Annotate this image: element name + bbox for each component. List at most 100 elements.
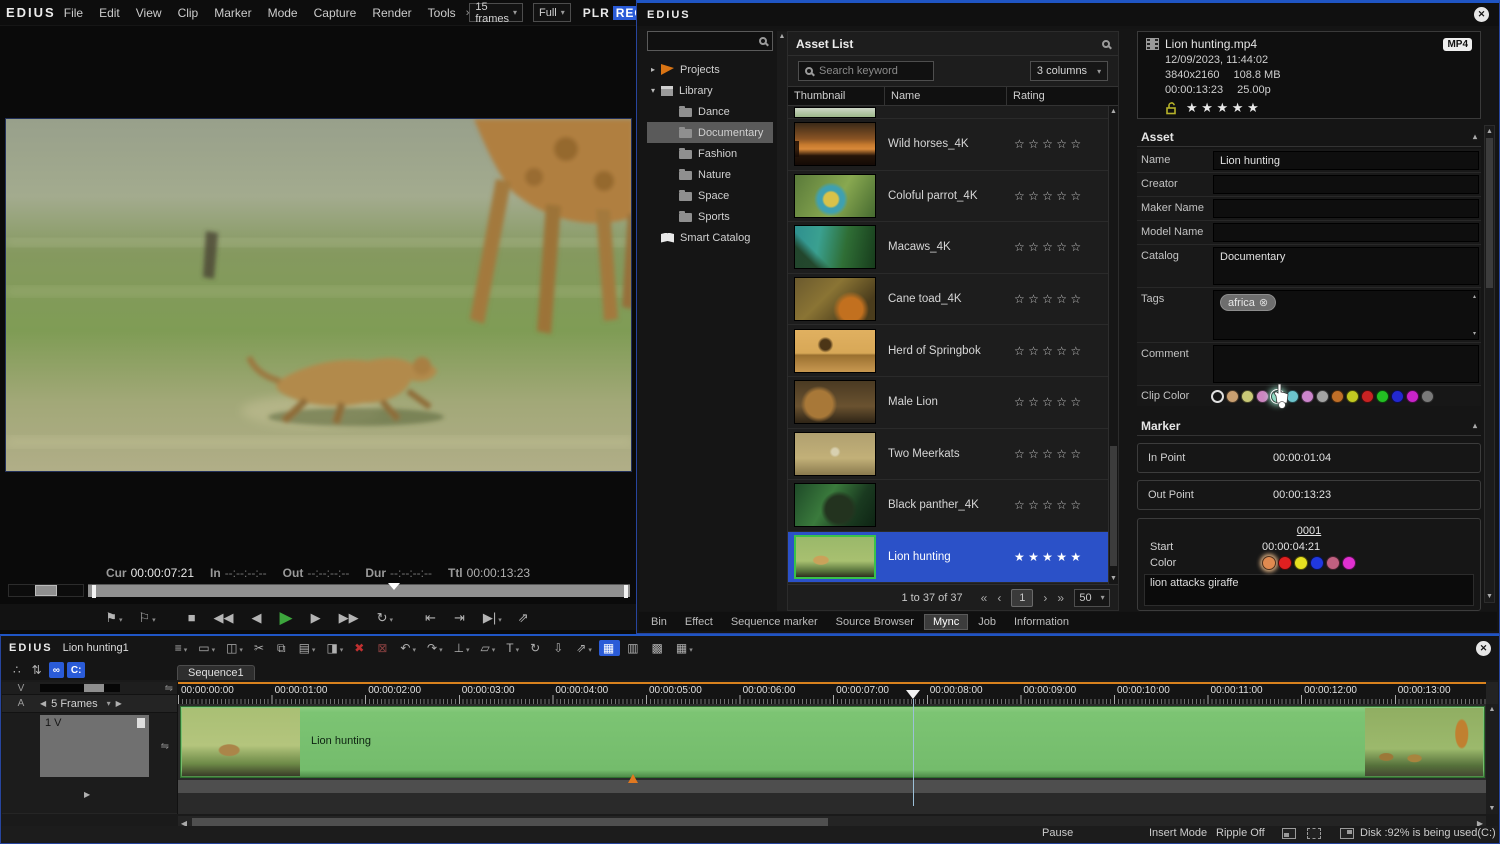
menu-item[interactable]: Clip [170,6,207,20]
clip-color-swatch[interactable] [1241,390,1254,403]
preroll-frames-select[interactable]: 15 frames ▾ [469,3,523,22]
seek-bar[interactable] [88,584,630,597]
scroll-up-icon[interactable]: ▲ [777,31,787,40]
toolbar-button[interactable]: ▱ ▾ [477,640,500,656]
transport-button[interactable]: ▶ [275,607,300,628]
arrow-left-icon[interactable]: ◀ [40,699,46,708]
timeline-ruler[interactable]: 00:00:00:0000:00:01:0000:00:02:0000:00:0… [178,682,1486,704]
marker-color-swatch[interactable] [1326,556,1340,570]
clip-color-swatch[interactable] [1346,390,1359,403]
asset-row[interactable]: Two Meerkats ☆ ☆ ☆ ☆ ☆ [788,429,1118,481]
transport-button[interactable]: ⇤ [420,609,443,626]
menu-item[interactable]: Render [364,6,419,20]
window-layout-icon[interactable] [1340,828,1354,839]
clip-color-swatch[interactable] [1406,390,1419,403]
remove-tag-icon[interactable]: ⊗ [1259,296,1268,309]
asset-row[interactable]: Cane toad_4K ☆ ☆ ☆ ☆ ☆ [788,274,1118,326]
rating-stars[interactable]: ★ ★ ★ ★ ★ [1186,100,1259,116]
toolbar-button[interactable]: ∴ [9,662,25,678]
field-input[interactable] [1213,223,1479,242]
expand-tracks-icon[interactable]: ▶ [84,790,90,799]
player-mode-button[interactable]: PLR [583,6,610,20]
clip-color-swatch[interactable] [1226,390,1239,403]
fullscreen-icon[interactable] [1307,828,1321,839]
rating-stars[interactable]: ☆ ☆ ☆ ☆ ☆ [1014,240,1106,254]
transport-button[interactable]: ⚑ ▾ [100,609,127,626]
clip-marker-icon[interactable] [628,769,638,783]
scroll-down-icon[interactable]: ▼ [1485,593,1494,600]
track-panel-icon[interactable] [137,718,145,728]
menu-item[interactable]: View [128,6,170,20]
scrollbar-thumb[interactable] [1110,446,1117,566]
asset-list-scrollbar[interactable]: ▲ ▼ [1108,106,1118,584]
menu-item[interactable]: Marker [206,6,259,20]
toolbar-button[interactable]: T ▾ [502,640,523,656]
menu-item[interactable]: Edit [91,6,128,20]
asset-row[interactable]: Macaws_4K ☆ ☆ ☆ ☆ ☆ [788,222,1118,274]
toolbar-button[interactable]: ▦ [599,640,620,656]
clip-color-swatch[interactable] [1421,390,1434,403]
asset-row[interactable]: Herd of Springbok ☆ ☆ ☆ ☆ ☆ [788,325,1118,377]
toolbar-button[interactable]: ↻ [526,640,546,656]
tree-item[interactable]: ▾ Library [647,80,773,101]
toolbar-button[interactable]: ✂ [250,640,270,656]
comment-field[interactable] [1213,345,1479,383]
transport-button[interactable]: ▶▶ [334,609,366,626]
asset-row[interactable]: Wild horses_4K ☆ ☆ ☆ ☆ ☆ [788,119,1118,171]
tags-field[interactable]: africa ⊗ ▴▾ [1213,290,1479,340]
column-header[interactable]: Thumbnail [788,87,884,105]
shuttle-handle[interactable] [35,585,57,596]
seek-out-handle[interactable] [624,585,628,598]
clip-color-swatch[interactable] [1301,390,1314,403]
rating-stars[interactable]: ☆ ☆ ☆ ☆ ☆ [1014,292,1106,306]
timeline-clip[interactable]: Lion hunting [180,706,1485,778]
asset-search-input[interactable] [819,65,927,77]
toolbar-button[interactable]: ∞ [49,662,64,678]
clip-color-swatch[interactable] [1316,390,1329,403]
scroll-down-icon[interactable]: ▾ [1473,330,1476,337]
clip-color-swatch[interactable] [1361,390,1374,403]
toolbar-button[interactable]: ⧉ [273,640,292,656]
marker-color-swatch[interactable] [1294,556,1308,570]
toolbar-button[interactable]: ▤ ▾ [295,640,320,656]
track-1v[interactable]: 1 V [40,715,149,777]
tags-scrollbar[interactable]: ▴▾ [1473,293,1476,337]
details-scrollbar[interactable]: ▲ ▼ [1484,125,1495,603]
bin-tab[interactable]: Job [970,615,1004,629]
rating-stars[interactable]: ☆ ☆ ☆ ☆ ☆ [1014,189,1106,203]
transport-button[interactable]: ⇥ [449,609,472,626]
toolbar-button[interactable]: ◫ ▾ [222,640,247,656]
field-input[interactable] [1213,199,1479,218]
menu-item[interactable]: File [56,6,91,20]
track-zoom-bar[interactable] [40,684,120,692]
rating-stars[interactable]: ☆ ☆ ☆ ☆ ☆ [1014,137,1106,151]
tree-expand-arrow[interactable]: ▸ [651,65,661,74]
marker-color-swatch[interactable] [1310,556,1324,570]
transport-button[interactable]: ■ [183,609,203,626]
toolbar-button[interactable]: ⇗ ▾ [572,640,596,656]
marker-color-swatch[interactable] [1262,556,1276,570]
toolbar-button[interactable]: ▩ [648,640,669,656]
marker-section-header[interactable]: Marker ▴ [1137,416,1481,436]
marker-id[interactable]: 0001 [1144,525,1474,537]
seek-in-handle[interactable] [92,585,96,598]
tree-item[interactable]: ▸ Projects [647,59,773,80]
toolbar-button[interactable]: ↶ ▾ [396,640,420,656]
toolbar-button[interactable]: ⇩ [549,640,569,656]
collapse-icon[interactable]: ▴ [1473,132,1477,141]
field-input[interactable]: Lion hunting [1213,151,1479,170]
tree-item[interactable]: Fashion [647,143,773,164]
marker-color-swatch[interactable] [1278,556,1292,570]
tree-expand-arrow[interactable]: ▾ [651,86,661,95]
transport-button[interactable]: ⚐ ▾ [134,609,161,626]
scroll-down-icon[interactable]: ▼ [1489,805,1496,812]
transport-button[interactable]: ▶ [306,609,328,626]
bin-close-button[interactable]: ✕ [1474,7,1489,22]
tree-item[interactable]: Nature [647,164,773,185]
bin-tab[interactable]: Mync [924,614,968,630]
page-size-select[interactable]: 50 ▾ [1074,589,1110,607]
marker-comment-field[interactable]: lion attacks giraffe [1144,574,1474,606]
bin-tab[interactable]: Effect [677,615,721,629]
bin-tab[interactable]: Sequence marker [723,615,826,629]
clip-color-swatch[interactable] [1376,390,1389,403]
